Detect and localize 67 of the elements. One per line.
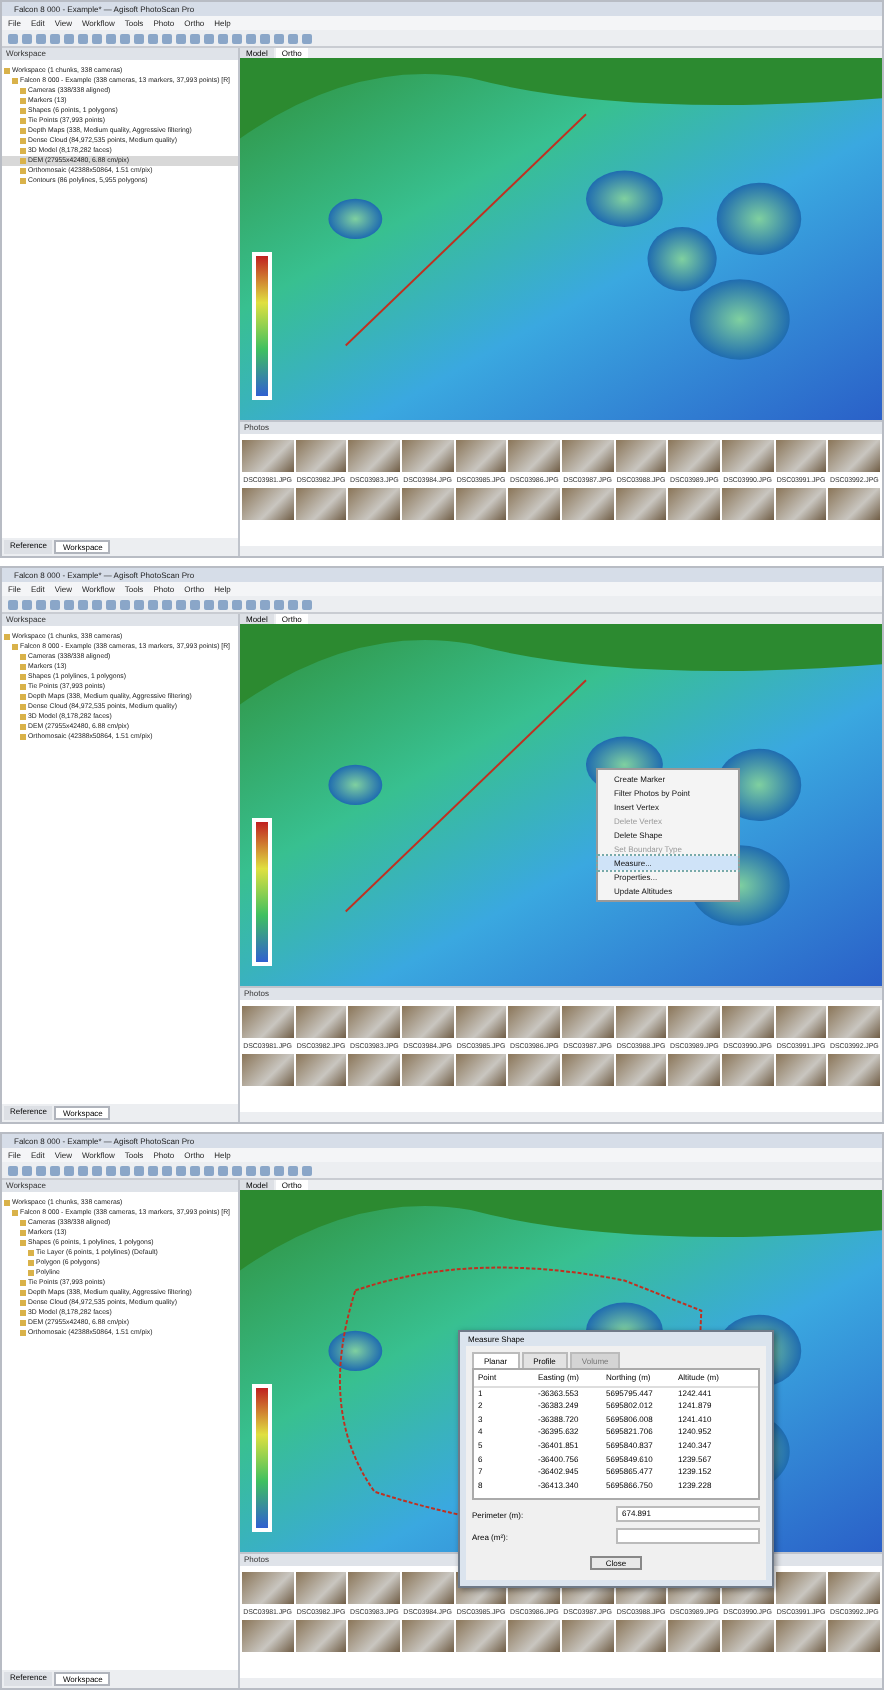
photo-placeholder[interactable] [242,1006,294,1038]
photo-placeholder[interactable] [721,1006,774,1038]
photo-placeholder[interactable] [242,440,294,472]
photo-placeholder[interactable] [242,1572,294,1604]
photo-placeholder[interactable] [615,1620,667,1652]
photo-placeholder[interactable] [561,1006,614,1038]
photo-placeholder[interactable] [242,488,294,520]
photo-placeholder[interactable] [242,1054,294,1086]
photo-placeholder[interactable] [828,1620,880,1652]
photo-placeholder[interactable] [508,1620,560,1652]
photo-placeholder[interactable] [561,440,614,472]
photo-placeholder[interactable] [721,488,774,520]
photo-placeholder[interactable] [348,1572,400,1604]
photo-placeholder[interactable] [401,488,454,520]
photo-placeholder[interactable] [295,1054,347,1086]
photo-placeholder[interactable] [775,1572,827,1604]
photo-placeholder[interactable] [508,1006,560,1038]
photo-placeholder[interactable] [455,440,507,472]
photo-placeholder[interactable] [508,1054,560,1086]
photo-placeholder[interactable] [348,1006,400,1038]
photo-placeholder[interactable] [775,488,827,520]
photo-placeholder[interactable] [455,1054,507,1086]
photo-placeholder[interactable] [401,1054,454,1086]
photo-placeholder[interactable] [828,1054,880,1086]
photo-placeholder[interactable] [295,1572,347,1604]
photo-placeholder[interactable] [828,1572,880,1604]
photo-placeholder[interactable] [348,1054,400,1086]
photo-placeholder[interactable] [401,1620,454,1652]
photo-placeholder[interactable] [615,1054,667,1086]
photo-placeholder[interactable] [455,488,507,520]
photo-placeholder[interactable] [721,440,774,472]
output-field [616,1528,760,1544]
photo-placeholder[interactable] [348,488,400,520]
photo-placeholder[interactable] [615,1006,667,1038]
photo-placeholder[interactable] [775,1620,827,1652]
photo-placeholder[interactable] [668,488,720,520]
photo-placeholder[interactable] [668,1054,720,1086]
photo-placeholder[interactable] [668,440,720,472]
photo-placeholder[interactable] [295,440,347,472]
photo-placeholder[interactable] [615,488,667,520]
photo-placeholder[interactable] [828,1006,880,1038]
photo-placeholder[interactable] [828,488,880,520]
photo-placeholder[interactable] [401,1572,454,1604]
photo-placeholder[interactable] [295,1006,347,1038]
photo-placeholder[interactable] [295,488,347,520]
photo-placeholder[interactable] [668,1620,720,1652]
photo-placeholder[interactable] [721,1054,774,1086]
photo-placeholder[interactable] [295,1620,347,1652]
photo-placeholder[interactable] [508,440,560,472]
photo-placeholder[interactable] [615,440,667,472]
photo-placeholder[interactable] [348,1620,400,1652]
photo-placeholder[interactable] [721,1620,774,1652]
photo-placeholder[interactable] [775,1006,827,1038]
photo-placeholder[interactable] [775,440,827,472]
photo-placeholder[interactable] [348,440,400,472]
photo-placeholder[interactable] [242,1620,294,1652]
photo-placeholder[interactable] [455,1620,507,1652]
photo-placeholder[interactable] [775,1054,827,1086]
photo-placeholder[interactable] [668,1006,720,1038]
photo-placeholder[interactable] [401,440,454,472]
photo-placeholder[interactable] [561,1620,614,1652]
photo-placeholder[interactable] [508,488,560,520]
photo-placeholder[interactable] [561,488,614,520]
photo-placeholder[interactable] [561,1054,614,1086]
photo-placeholder[interactable] [401,1006,454,1038]
photo-placeholder[interactable] [455,1006,507,1038]
photo-placeholder[interactable] [828,440,880,472]
